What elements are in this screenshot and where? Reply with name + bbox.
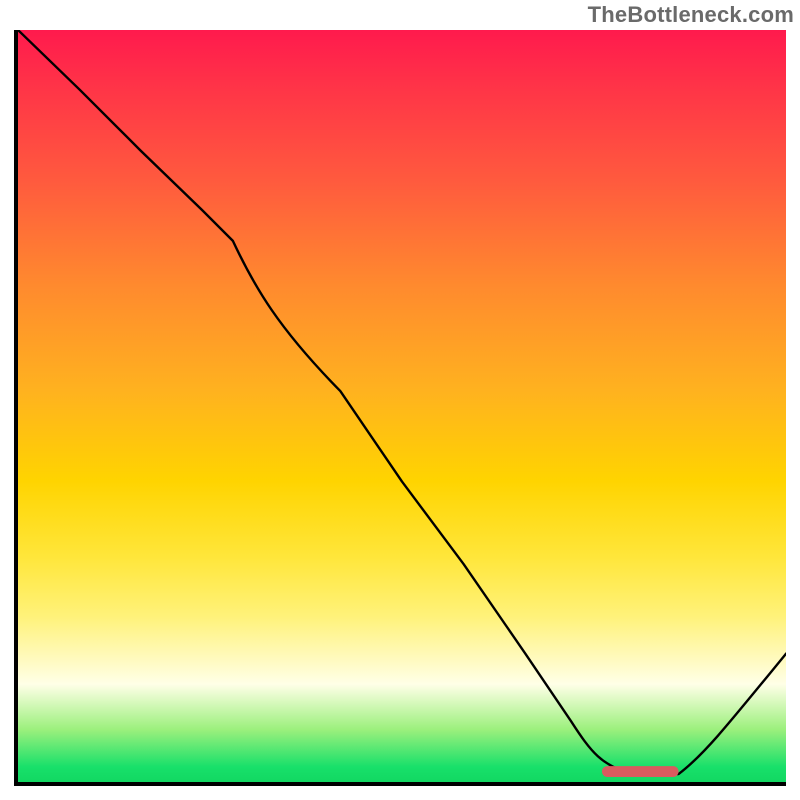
plot-area — [14, 30, 786, 786]
optimal-marker — [602, 766, 679, 777]
watermark-text: TheBottleneck.com — [588, 2, 794, 28]
bottleneck-curve — [18, 30, 786, 774]
chart-container: TheBottleneck.com — [0, 0, 800, 800]
curve-layer — [18, 30, 786, 782]
